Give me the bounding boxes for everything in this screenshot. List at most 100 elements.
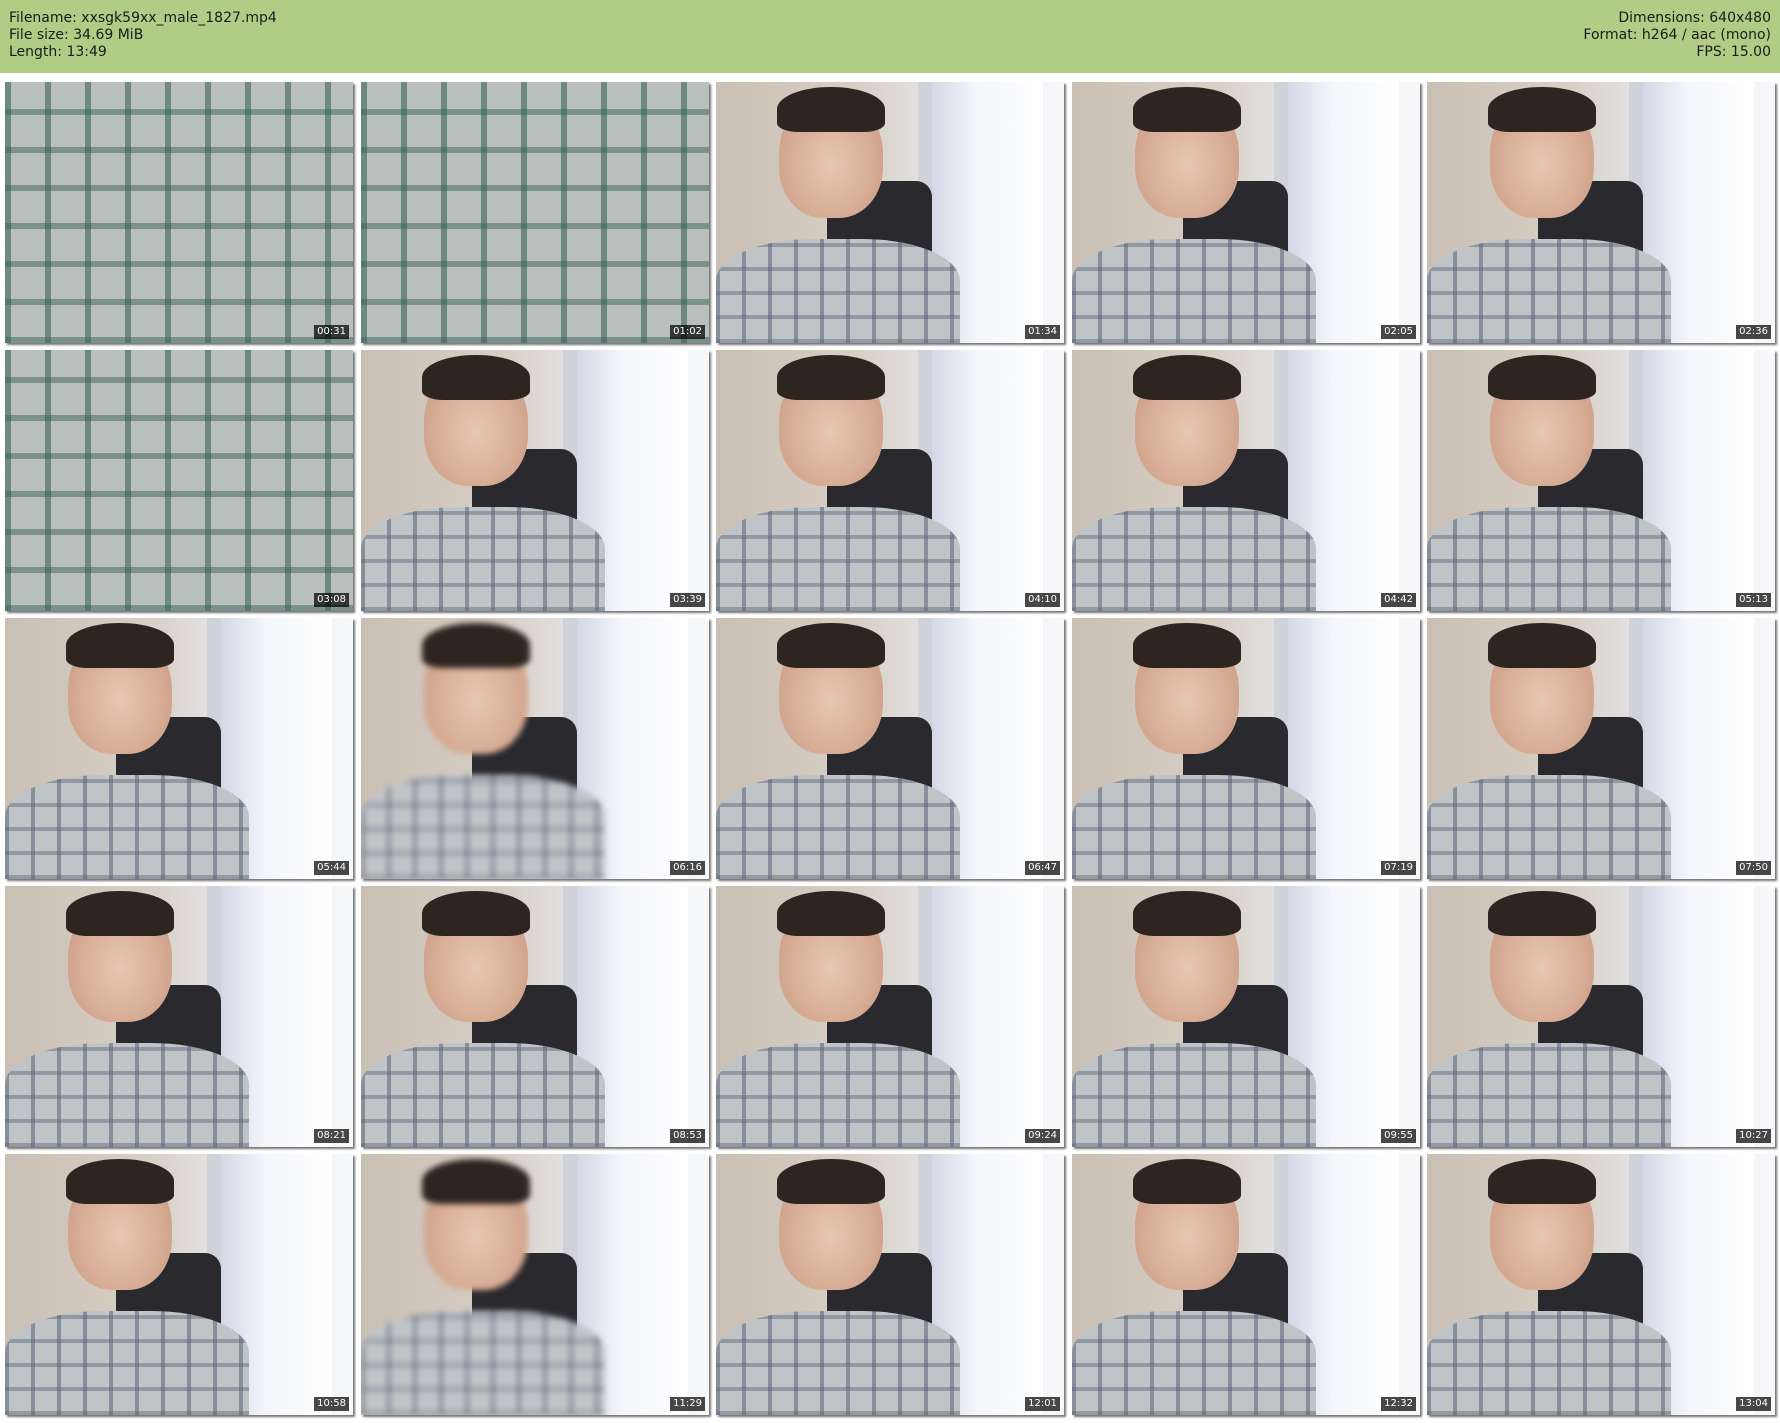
person-hair <box>65 623 174 668</box>
person-hair <box>776 355 885 400</box>
video-thumbnail[interactable]: 01:02 <box>361 82 709 343</box>
person-hair <box>776 87 885 132</box>
thumbnail-timestamp: 03:39 <box>670 593 705 607</box>
plaid-shirt <box>716 1042 960 1147</box>
plaid-shirt <box>1427 1042 1671 1147</box>
video-thumbnail[interactable]: 05:44 <box>5 618 353 879</box>
video-thumbnail[interactable]: 04:10 <box>716 350 1064 611</box>
plaid-shirt <box>1427 774 1671 879</box>
video-thumbnail[interactable]: 05:13 <box>1427 350 1775 611</box>
person-hair <box>421 623 530 668</box>
thumbnail-timestamp: 06:47 <box>1025 861 1060 875</box>
thumbnail-timestamp: 00:31 <box>314 325 349 339</box>
person-hair <box>1487 623 1596 668</box>
video-thumbnail[interactable]: 10:58 <box>5 1154 353 1415</box>
thumbnail-timestamp: 09:24 <box>1025 1129 1060 1143</box>
person-hair <box>776 1159 885 1204</box>
thumbnail-timestamp: 02:05 <box>1381 325 1416 339</box>
plaid-shirt <box>716 238 960 343</box>
thumbnail-timestamp: 11:29 <box>670 1397 705 1411</box>
thumbnail-timestamp: 13:04 <box>1736 1397 1771 1411</box>
video-thumbnail[interactable]: 07:50 <box>1427 618 1775 879</box>
plaid-shirt <box>361 1310 605 1415</box>
plaid-shirt <box>5 1310 249 1415</box>
thumbnail-timestamp: 06:16 <box>670 861 705 875</box>
info-header: Filename: xxsgk59xx_male_1827.mp4 File s… <box>0 0 1780 73</box>
video-thumbnail[interactable]: 02:05 <box>1072 82 1420 343</box>
person-hair <box>421 355 530 400</box>
video-thumbnail[interactable]: 11:29 <box>361 1154 709 1415</box>
plaid-shirt <box>1072 1310 1316 1415</box>
person-hair <box>1487 891 1596 936</box>
plaid-shirt <box>5 350 353 611</box>
video-thumbnail[interactable]: 02:36 <box>1427 82 1775 343</box>
person-hair <box>1132 1159 1241 1204</box>
video-thumbnail[interactable]: 03:39 <box>361 350 709 611</box>
video-thumbnail[interactable]: 09:55 <box>1072 886 1420 1147</box>
plaid-shirt <box>361 774 605 879</box>
video-thumbnail[interactable]: 04:42 <box>1072 350 1420 611</box>
video-thumbnail[interactable]: 08:21 <box>5 886 353 1147</box>
plaid-shirt <box>1427 506 1671 611</box>
video-thumbnail[interactable]: 01:34 <box>716 82 1064 343</box>
thumbnail-timestamp: 12:01 <box>1025 1397 1060 1411</box>
person-hair <box>65 1159 174 1204</box>
video-thumbnail[interactable]: 06:47 <box>716 618 1064 879</box>
video-thumbnail[interactable]: 06:16 <box>361 618 709 879</box>
plaid-shirt <box>361 82 709 343</box>
file-info: Filename: xxsgk59xx_male_1827.mp4 File s… <box>9 10 277 61</box>
video-thumbnail[interactable]: 00:31 <box>5 82 353 343</box>
person-hair <box>1487 355 1596 400</box>
plaid-shirt <box>716 506 960 611</box>
video-thumbnail[interactable]: 09:24 <box>716 886 1064 1147</box>
plaid-shirt <box>361 1042 605 1147</box>
person-hair <box>1132 355 1241 400</box>
thumbnail-timestamp: 03:08 <box>314 593 349 607</box>
thumbnail-timestamp: 08:21 <box>314 1129 349 1143</box>
thumbnail-timestamp: 10:58 <box>314 1397 349 1411</box>
person-hair <box>1132 87 1241 132</box>
video-thumbnail[interactable]: 07:19 <box>1072 618 1420 879</box>
thumbnail-timestamp: 07:19 <box>1381 861 1416 875</box>
video-thumbnail[interactable]: 12:01 <box>716 1154 1064 1415</box>
plaid-shirt <box>5 774 249 879</box>
plaid-shirt <box>5 82 353 343</box>
person-hair <box>421 1159 530 1204</box>
plaid-shirt <box>1072 1042 1316 1147</box>
thumbnail-timestamp: 09:55 <box>1381 1129 1416 1143</box>
thumbnail-grid: 00:31 01:02 01:34 02:05 02:36 03:08 03:39 04:10… <box>0 73 1780 1423</box>
plaid-shirt <box>5 1042 249 1147</box>
thumbnail-timestamp: 05:44 <box>314 861 349 875</box>
dimensions-label: Dimensions: 640x480 <box>1618 10 1771 26</box>
fps-label: FPS: 15.00 <box>1696 44 1771 60</box>
plaid-shirt <box>1427 238 1671 343</box>
person-hair <box>1132 891 1241 936</box>
video-info: Dimensions: 640x480 Format: h264 / aac (… <box>1583 10 1771 61</box>
person-hair <box>1487 1159 1596 1204</box>
thumbnail-timestamp: 07:50 <box>1736 861 1771 875</box>
length-label: Length: 13:49 <box>9 44 107 60</box>
person-hair <box>1132 623 1241 668</box>
format-label: Format: h264 / aac (mono) <box>1583 27 1771 43</box>
video-thumbnail[interactable]: 08:53 <box>361 886 709 1147</box>
person-hair <box>1487 87 1596 132</box>
person-hair <box>776 891 885 936</box>
thumbnail-timestamp: 04:42 <box>1381 593 1416 607</box>
plaid-shirt <box>716 1310 960 1415</box>
video-thumbnail[interactable]: 12:32 <box>1072 1154 1420 1415</box>
thumbnail-timestamp: 01:34 <box>1025 325 1060 339</box>
thumbnail-timestamp: 02:36 <box>1736 325 1771 339</box>
person-hair <box>776 623 885 668</box>
person-hair <box>65 891 174 936</box>
filesize-label: File size: 34.69 MiB <box>9 27 144 43</box>
video-thumbnail[interactable]: 13:04 <box>1427 1154 1775 1415</box>
video-thumbnail[interactable]: 03:08 <box>5 350 353 611</box>
video-thumbnail[interactable]: 10:27 <box>1427 886 1775 1147</box>
thumbnail-timestamp: 04:10 <box>1025 593 1060 607</box>
plaid-shirt <box>361 506 605 611</box>
thumbnail-timestamp: 01:02 <box>670 325 705 339</box>
plaid-shirt <box>1072 238 1316 343</box>
plaid-shirt <box>1072 506 1316 611</box>
plaid-shirt <box>716 774 960 879</box>
thumbnail-timestamp: 10:27 <box>1736 1129 1771 1143</box>
